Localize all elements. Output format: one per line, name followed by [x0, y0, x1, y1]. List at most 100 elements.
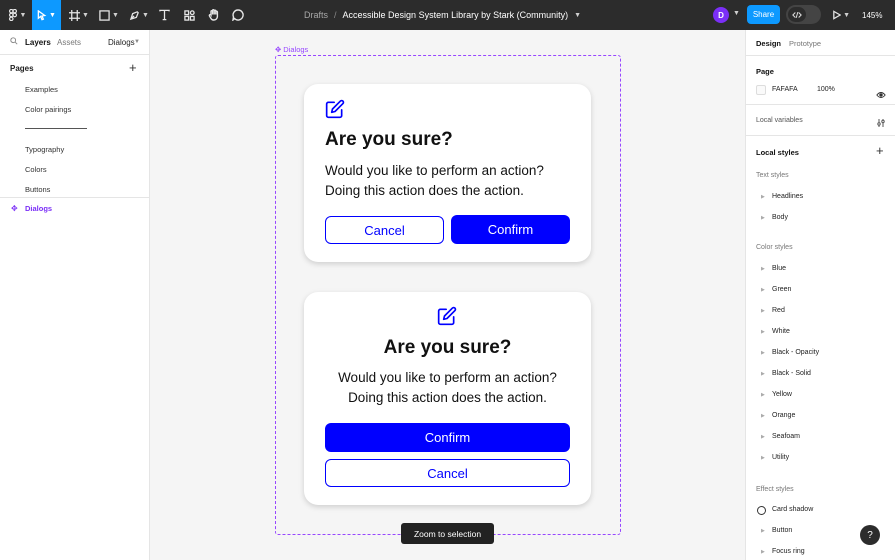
search-icon[interactable] — [10, 37, 18, 47]
dialog-body-line: Doing this action does the action. — [325, 183, 524, 198]
page-color-value[interactable]: FAFAFA — [772, 86, 798, 93]
component-icon: ✥ — [275, 45, 282, 54]
local-styles-header: Local styles — [756, 148, 799, 157]
page-picker[interactable]: Dialogs — [108, 38, 135, 47]
page-item-dialogs[interactable]: Dialogs — [25, 204, 52, 213]
frame-tool-icon[interactable]: ▼ — [66, 0, 92, 30]
page-item-examples[interactable]: Examples — [25, 85, 58, 94]
left-panel: Layers Assets Dialogs ▼ Pages + Examples… — [0, 30, 150, 560]
edit-icon — [437, 306, 457, 331]
zoom-tooltip[interactable]: Zoom to selection — [401, 523, 494, 544]
effect-style-item[interactable]: Card shadow — [772, 506, 813, 513]
plus-icon[interactable]: + — [876, 143, 884, 158]
chevron-right-icon[interactable]: ▶ — [761, 549, 765, 555]
color-styles-header: Color styles — [756, 244, 793, 251]
page-section-header: Page — [756, 67, 774, 76]
local-variables-label[interactable]: Local variables — [756, 117, 803, 124]
dialog-card-centered[interactable]: Are you sure? Would you like to perform … — [304, 292, 591, 505]
chevron-right-icon[interactable]: ▶ — [761, 392, 765, 398]
cancel-button[interactable]: Cancel — [325, 216, 444, 244]
edit-icon — [325, 99, 345, 124]
effect-style-item[interactable]: Button — [772, 527, 792, 534]
color-style-item[interactable]: Orange — [772, 412, 795, 419]
effect-style-item[interactable]: Focus ring — [772, 548, 805, 555]
effect-styles-header: Effect styles — [756, 486, 794, 493]
chevron-right-icon[interactable]: ▶ — [761, 455, 765, 461]
tab-design[interactable]: Design — [756, 39, 781, 48]
breadcrumb-folder[interactable]: Drafts — [304, 10, 328, 20]
help-button[interactable]: ? — [860, 525, 880, 545]
tab-layers[interactable]: Layers — [25, 38, 51, 47]
chevron-right-icon[interactable]: ▶ — [761, 266, 765, 272]
page-item-typography[interactable]: Typography — [25, 145, 64, 154]
pages-divider — [0, 197, 150, 198]
chevron-right-icon[interactable]: ▶ — [761, 528, 765, 534]
chevron-right-icon[interactable]: ▶ — [761, 350, 765, 356]
divider — [746, 55, 895, 56]
color-style-item[interactable]: Red — [772, 307, 785, 314]
zoom-level[interactable]: 145% — [862, 0, 882, 30]
chevron-down-icon[interactable]: ▼ — [574, 12, 581, 19]
pages-header: Pages — [10, 64, 34, 73]
dialog-body-line: Doing this action does the action. — [348, 390, 547, 405]
dialog-body-line: Would you like to perform an action? — [325, 163, 544, 178]
component-icon: ✥ — [11, 204, 18, 213]
shape-tool-icon[interactable]: ▼ — [96, 0, 122, 30]
color-style-item[interactable]: Blue — [772, 265, 786, 272]
chevron-right-icon[interactable]: ▶ — [761, 329, 765, 335]
page-item-colors[interactable]: Colors — [25, 165, 47, 174]
text-style-item[interactable]: Body — [772, 214, 788, 221]
chevron-right-icon[interactable]: ▶ — [761, 215, 765, 221]
color-style-item[interactable]: Green — [772, 286, 791, 293]
file-name[interactable]: Accessible Design System Library by Star… — [343, 10, 569, 20]
figma-menu-icon[interactable]: ▼ — [4, 0, 30, 30]
text-tool-icon[interactable] — [155, 0, 173, 30]
confirm-button[interactable]: Confirm — [325, 423, 570, 452]
dialog-title: Are you sure? — [325, 129, 453, 150]
chevron-right-icon[interactable]: ▶ — [761, 194, 765, 200]
color-style-item[interactable]: Seafoam — [772, 433, 800, 440]
color-style-item[interactable]: Black - Opacity — [772, 349, 819, 356]
pen-tool-icon[interactable]: ▼ — [126, 0, 152, 30]
plus-icon[interactable]: + — [129, 60, 137, 75]
dev-mode-toggle[interactable] — [786, 5, 821, 24]
chevron-right-icon[interactable]: ▶ — [761, 434, 765, 440]
color-style-item[interactable]: White — [772, 328, 790, 335]
dialog-body: Would you like to perform an action? Doi… — [325, 161, 544, 201]
move-tool-icon[interactable]: ▼ — [32, 0, 61, 30]
color-style-item[interactable]: Yellow — [772, 391, 792, 398]
tab-assets[interactable]: Assets — [57, 38, 81, 47]
right-panel: Design Prototype Page FAFAFA 100% Local … — [745, 30, 895, 560]
hand-tool-icon[interactable] — [205, 0, 223, 30]
chevron-right-icon[interactable]: ▶ — [761, 371, 765, 377]
chevron-right-icon[interactable]: ▶ — [761, 308, 765, 314]
frame-label-text: Dialogs — [283, 45, 309, 54]
color-style-item[interactable]: Utility — [772, 454, 789, 461]
dev-mode-icon — [788, 7, 806, 22]
page-color-swatch[interactable] — [756, 85, 766, 95]
dialog-card-left-aligned[interactable]: Are you sure? Would you like to perform … — [304, 84, 591, 262]
frame-label[interactable]: ✥ Dialogs — [275, 45, 308, 54]
page-opacity-value[interactable]: 100% — [817, 86, 835, 93]
page-item-buttons[interactable]: Buttons — [25, 185, 50, 194]
confirm-button[interactable]: Confirm — [451, 215, 570, 244]
divider — [746, 135, 895, 136]
tab-prototype[interactable]: Prototype — [789, 39, 821, 48]
chevron-down-icon[interactable]: ▼ — [733, 10, 740, 17]
avatar[interactable]: D — [713, 7, 729, 23]
play-icon[interactable]: ▼ — [832, 0, 850, 30]
color-style-item[interactable]: Black - Solid — [772, 370, 811, 377]
share-button[interactable]: Share — [747, 5, 780, 24]
eye-icon[interactable] — [876, 86, 886, 104]
chevron-right-icon[interactable]: ▶ — [761, 413, 765, 419]
chevron-right-icon[interactable]: ▶ — [761, 287, 765, 293]
resources-icon[interactable] — [180, 0, 198, 30]
chevron-down-icon[interactable]: ▼ — [134, 39, 140, 45]
cancel-button[interactable]: Cancel — [325, 459, 570, 487]
text-style-item[interactable]: Headlines — [772, 193, 803, 200]
dialog-body-line: Would you like to perform an action? — [338, 370, 557, 385]
variables-icon[interactable] — [876, 115, 886, 133]
comment-tool-icon[interactable] — [229, 0, 247, 30]
page-item-color-pairings[interactable]: Color pairings — [25, 105, 71, 114]
breadcrumb[interactable]: Drafts / Accessible Design System Librar… — [304, 0, 581, 30]
